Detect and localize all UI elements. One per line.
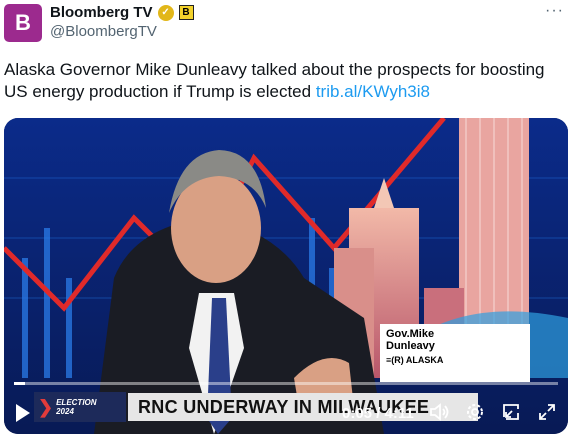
namecard-line2: Dunleavy	[386, 340, 435, 352]
picture-in-picture-icon[interactable]	[500, 401, 522, 423]
video-progress-bar[interactable]	[14, 382, 558, 385]
video-frame	[4, 118, 568, 434]
display-name[interactable]: Bloomberg TV	[50, 4, 153, 21]
verified-badge-icon[interactable]: ✓	[157, 4, 174, 21]
tweet-body: Alaska Governor Mike Dunleavy talked abo…	[4, 60, 545, 101]
fullscreen-icon[interactable]	[536, 401, 558, 423]
gear-icon[interactable]	[464, 401, 486, 423]
handle[interactable]: @BloombergTV	[50, 23, 157, 40]
video-player[interactable]: Gov.Mike Dunleavy ≡(R) ALASKA ❯ ELECTION…	[4, 118, 568, 434]
name-lower-third: Gov.Mike Dunleavy ≡(R) ALASKA	[380, 324, 530, 382]
more-options-icon[interactable]: ···	[545, 2, 564, 20]
play-icon[interactable]	[16, 404, 30, 422]
name-row: Bloomberg TV ✓ B	[50, 4, 194, 21]
video-progress-fill	[14, 382, 25, 385]
volume-icon[interactable]	[428, 401, 450, 423]
video-controls: 0:05 / 4:11	[4, 394, 568, 434]
namecard-line1: Gov.Mike	[386, 328, 435, 340]
affiliate-badge-icon[interactable]: B	[178, 5, 194, 20]
video-time: 0:05 / 4:11	[342, 405, 414, 422]
avatar[interactable]: B	[4, 4, 42, 42]
namecard-line3: ≡(R) ALASKA	[386, 355, 444, 365]
avatar-letter: B	[15, 10, 31, 35]
tweet-link[interactable]: trib.al/KWyh3i8	[316, 82, 430, 101]
tweet-text: Alaska Governor Mike Dunleavy talked abo…	[4, 59, 564, 103]
